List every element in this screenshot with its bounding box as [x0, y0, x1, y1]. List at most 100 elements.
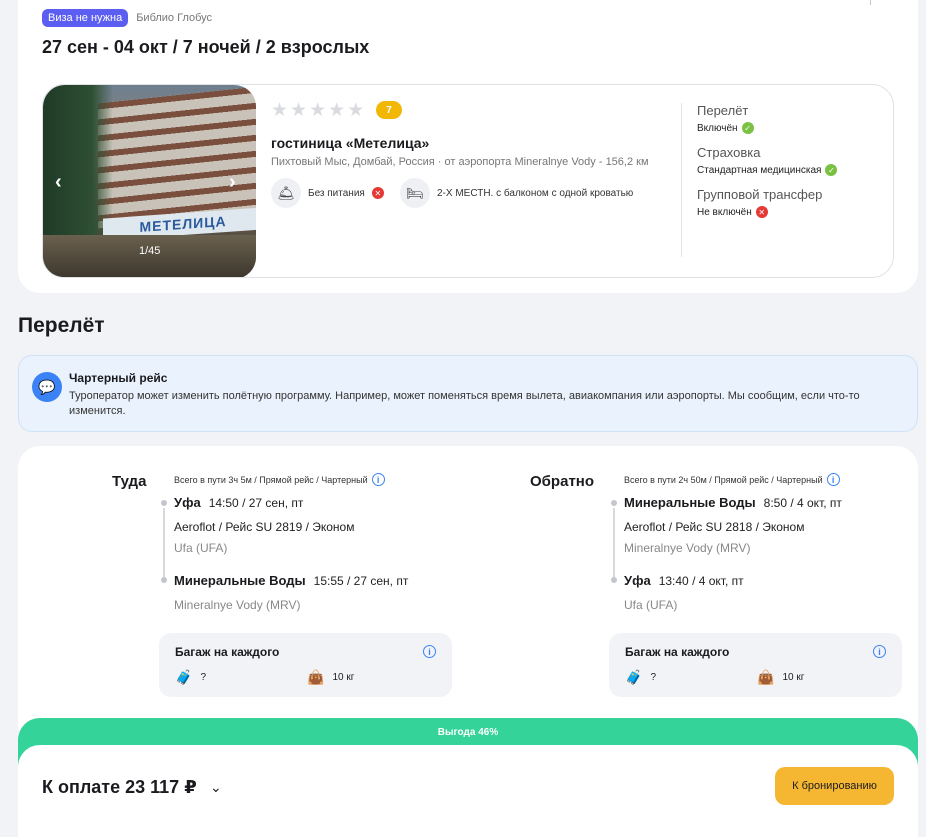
- outbound-departure: Уфа 14:50 / 27 сен, пт: [174, 495, 303, 510]
- check-icon: ✓: [825, 164, 838, 176]
- outbound-leg-line: [163, 508, 165, 580]
- tour-dates-title: 27 сен - 04 окт / 7 ночей / 2 взрослых: [42, 37, 370, 57]
- return-summary: Всего в пути 2ч 50м / Прямой рейс / Чарт…: [624, 473, 840, 486]
- time-date: 8:50 / 4 окт, пт: [763, 496, 842, 510]
- tour-badges: Виза не нужна Библио Глобус: [42, 9, 212, 27]
- flight-card: Туда Всего в пути 3ч 5м / Прямой рейс / …: [18, 446, 918, 746]
- visa-badge: Виза не нужна: [42, 9, 129, 27]
- photo-counter: 1/45: [139, 245, 161, 257]
- return-summary-text: Всего в пути 2ч 50м / Прямой рейс / Чарт…: [624, 474, 823, 485]
- service-title: Страховка: [697, 145, 761, 160]
- photo-building: [98, 86, 256, 229]
- outbound-arrival: Минеральные Воды 15:55 / 27 сен, пт: [174, 573, 408, 588]
- checked-bag-value: 10 кг: [782, 672, 805, 683]
- return-leg-line: [613, 508, 615, 580]
- cross-icon: ✕: [755, 206, 768, 218]
- operator-name: Библио Глобус: [136, 12, 213, 24]
- info-icon[interactable]: i: [371, 473, 385, 486]
- return-dep-dot: [611, 500, 617, 506]
- city-name: Минеральные Воды: [624, 495, 756, 510]
- time-date: 13:40 / 4 окт, пт: [658, 574, 744, 588]
- payment-bar: К оплате 23 117 ₽ ⌄ К бронированию: [18, 745, 918, 837]
- baggage-title: Багаж на каждого: [175, 645, 280, 659]
- return-arrival: Уфа 13:40 / 4 окт, пт: [624, 573, 744, 588]
- baggage-title: Багаж на каждого: [625, 645, 730, 659]
- time-date: 15:55 / 27 сен, пт: [313, 574, 409, 588]
- return-to-code: Ufa (UFA): [624, 598, 678, 612]
- service-transfer: Групповой трансфер Не включён ✕: [697, 187, 822, 218]
- chevron-right-icon[interactable]: ›: [229, 171, 236, 194]
- flight-section-title: Перелёт: [18, 314, 105, 337]
- bag-icon: 👜: [307, 669, 325, 685]
- checked-bag: 👜 10 кг: [307, 669, 354, 686]
- meals-amenity: 🛎 Без питания ✕: [271, 178, 384, 208]
- scroll-edge: [870, 0, 871, 5]
- service-value: Не включён: [697, 206, 752, 218]
- payment-total[interactable]: К оплате 23 117 ₽: [42, 777, 197, 798]
- return-from-code: Mineralnye Vody (MRV): [624, 541, 751, 555]
- hotel-name[interactable]: гостиница «Метелица»: [271, 135, 429, 151]
- service-title: Перелёт: [697, 103, 749, 118]
- suitcase-icon: 🧳: [625, 669, 643, 685]
- outbound-arr-dot: [161, 577, 167, 583]
- checked-bag-value: 10 кг: [332, 672, 355, 683]
- meals-label: Без питания: [308, 187, 365, 199]
- bed-icon: 🛏: [400, 178, 430, 208]
- hotel-stars: ★ ★ ★ ★ ★: [271, 101, 364, 120]
- charter-notice: 💬 Чартерный рейс Туроператор может измен…: [18, 355, 918, 432]
- time-date: 14:50 / 27 сен, пт: [208, 496, 304, 510]
- return-label: Обратно: [530, 473, 595, 490]
- hotel-location: Пихтовый Мыс, Домбай, Россия · от аэропо…: [271, 156, 649, 168]
- service-title: Групповой трансфер: [697, 187, 823, 202]
- service-insurance: Страховка Стандартная медицинская ✓: [697, 145, 838, 176]
- book-button[interactable]: К бронированию: [775, 767, 894, 805]
- return-departure: Минеральные Воды 8:50 / 4 окт, пт: [624, 495, 842, 510]
- cloche-icon: 🛎: [271, 178, 301, 208]
- hand-luggage: 🧳 ?: [625, 669, 656, 686]
- outbound-label: Туда: [112, 473, 147, 490]
- hotel-card[interactable]: МЕТЕЛИЦА ‹ › 1/45 ★ ★ ★ ★ ★ 7 гостиница …: [42, 84, 894, 278]
- outbound-carrier: Aeroflot / Рейс SU 2819 / Эконом: [174, 520, 355, 534]
- star-icon: ★: [271, 100, 289, 121]
- city-name: Уфа: [174, 495, 201, 510]
- city-name: Уфа: [624, 573, 651, 588]
- star-icon: ★: [290, 100, 308, 121]
- outbound-summary-text: Всего в пути 3ч 5м / Прямой рейс / Чарте…: [174, 474, 368, 485]
- return-carrier: Aeroflot / Рейс SU 2818 / Эконом: [624, 520, 805, 534]
- cross-icon: ✕: [371, 187, 384, 199]
- outbound-to-code: Mineralnye Vody (MRV): [174, 598, 301, 612]
- divider: [681, 103, 682, 257]
- info-icon[interactable]: i: [826, 473, 840, 486]
- outbound-dep-dot: [161, 500, 167, 506]
- charter-text: Туроператор может изменить полётную прог…: [69, 390, 860, 417]
- hand-luggage-value: ?: [650, 672, 656, 683]
- return-arr-dot: [611, 577, 617, 583]
- room-amenity: 🛏 2-Х МЕСТН. с балконом с одной кроватью: [400, 178, 633, 208]
- city-name: Минеральные Воды: [174, 573, 306, 588]
- star-icon: ★: [309, 100, 327, 121]
- outbound-from-code: Ufa (UFA): [174, 541, 228, 555]
- return-baggage: Багаж на каждого i 🧳 ? 👜 10 кг: [609, 633, 902, 697]
- room-label: 2-Х МЕСТН. с балконом с одной кроватью: [437, 187, 634, 199]
- hotel-photo[interactable]: МЕТЕЛИЦА ‹ › 1/45: [43, 85, 256, 277]
- charter-title: Чартерный рейс: [69, 371, 168, 385]
- info-icon[interactable]: i: [873, 645, 886, 658]
- rating-badge: 7: [376, 101, 402, 119]
- star-icon: ★: [347, 100, 365, 121]
- star-icon: ★: [328, 100, 346, 121]
- promo-text: Выгода 46%: [437, 727, 499, 738]
- chat-icon: 💬: [32, 372, 62, 402]
- service-value: Стандартная медицинская: [697, 164, 822, 176]
- hand-luggage-value: ?: [200, 672, 206, 683]
- info-icon[interactable]: i: [423, 645, 436, 658]
- checked-bag: 👜 10 кг: [757, 669, 804, 686]
- chevron-left-icon[interactable]: ‹: [55, 171, 62, 194]
- check-icon: ✓: [741, 122, 754, 134]
- outbound-baggage: Багаж на каждого i 🧳 ? 👜 10 кг: [159, 633, 452, 697]
- hand-luggage: 🧳 ?: [175, 669, 206, 686]
- bag-icon: 👜: [757, 669, 775, 685]
- service-flight: Перелёт Включён ✓: [697, 103, 754, 134]
- outbound-summary: Всего в пути 3ч 5м / Прямой рейс / Чарте…: [174, 473, 385, 486]
- chevron-down-icon[interactable]: ⌄: [210, 779, 222, 796]
- service-value: Включён: [697, 122, 738, 134]
